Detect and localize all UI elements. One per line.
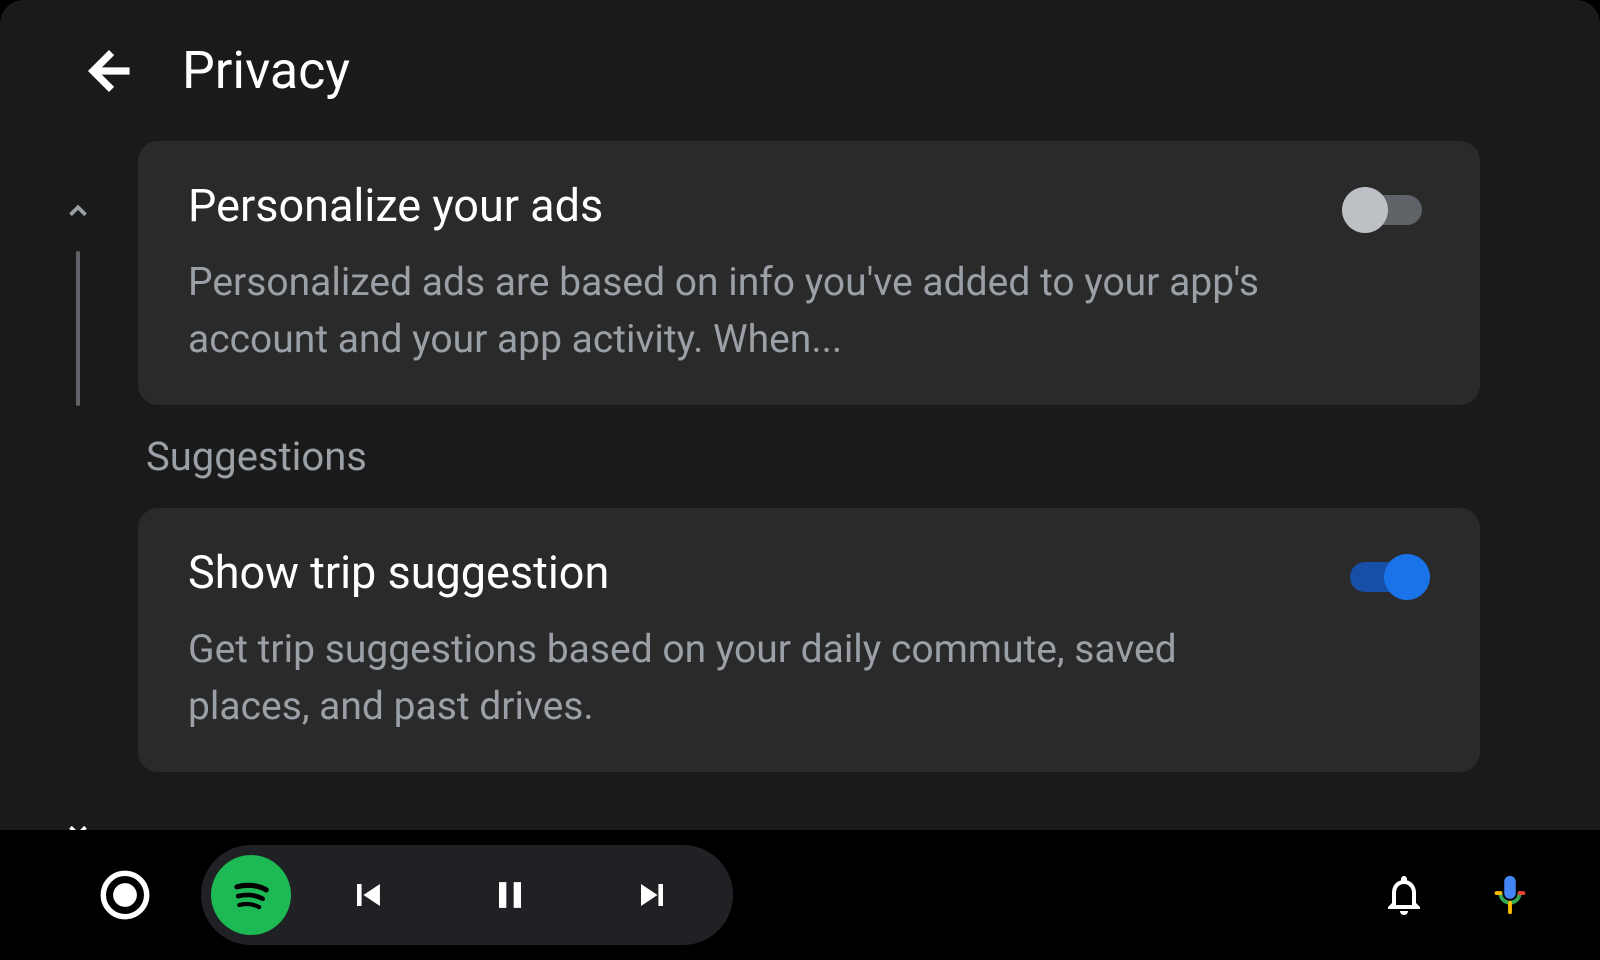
content-area: Personalize your ads Personalized ads ar… [0,141,1600,851]
chevron-up-icon [63,196,93,226]
skip-previous-icon [346,873,390,917]
notification-button[interactable] [1374,865,1434,925]
page-title: Privacy [182,40,350,101]
pause-icon [488,873,532,917]
back-button[interactable] [80,42,138,100]
circle-icon [99,869,151,921]
skip-next-icon [630,873,674,917]
arrow-left-icon [80,42,138,100]
section-header: Suggestions [138,433,1480,480]
scroll-up-button[interactable] [58,191,98,231]
media-controls [201,845,733,945]
settings-list: Personalize your ads Personalized ads ar… [138,141,1560,851]
trip-suggestion-card[interactable]: Show trip suggestion Get trip suggestion… [138,508,1480,772]
next-track-button[interactable] [587,855,717,935]
toggle-thumb [1384,554,1430,600]
setting-description: Get trip suggestions based on your daily… [188,621,1302,734]
voice-assistant-button[interactable] [1480,865,1540,925]
personalize-ads-toggle[interactable] [1342,187,1430,233]
scroll-indicator [58,141,98,851]
pause-button[interactable] [445,855,575,935]
setting-title: Personalize your ads [188,179,1302,232]
card-content: Personalize your ads Personalized ads ar… [188,179,1302,367]
home-button[interactable] [95,865,155,925]
setting-title: Show trip suggestion [188,546,1302,599]
scroll-track [76,251,80,406]
toggle-thumb [1342,187,1388,233]
setting-description: Personalized ads are based on info you'v… [188,254,1302,367]
personalize-ads-card[interactable]: Personalize your ads Personalized ads ar… [138,141,1480,405]
trip-suggestion-toggle[interactable] [1342,554,1430,600]
header: Privacy [0,0,1600,141]
mic-icon [1487,872,1533,918]
bell-icon [1380,871,1428,919]
spotify-icon [223,867,279,923]
card-content: Show trip suggestion Get trip suggestion… [188,546,1302,734]
spotify-button[interactable] [211,855,291,935]
bottom-bar [0,830,1600,960]
previous-track-button[interactable] [303,855,433,935]
